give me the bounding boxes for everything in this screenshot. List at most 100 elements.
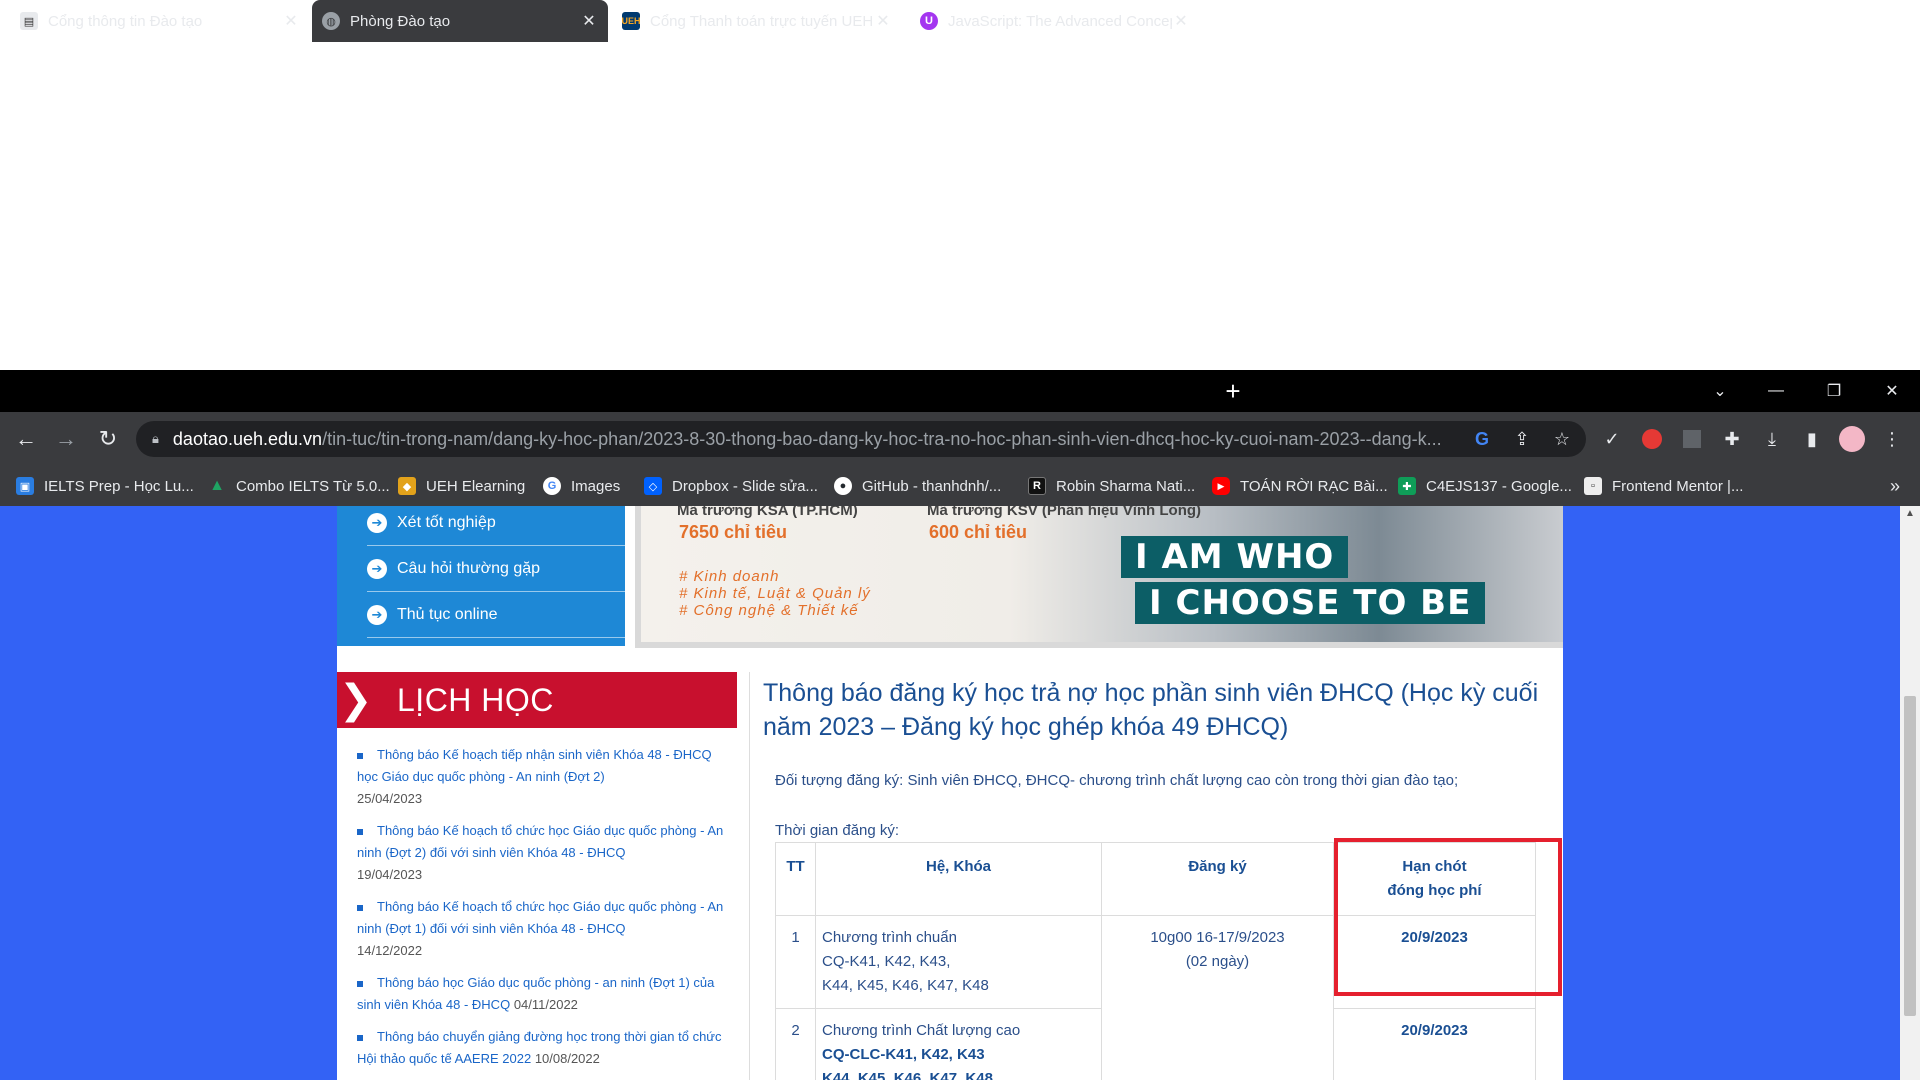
news-link[interactable]: Thông báo Kế hoạch tổ chức học Giáo dục … bbox=[357, 899, 723, 936]
menu-item-label: Thủ tục online bbox=[397, 605, 498, 623]
schedule-news-item[interactable]: Thông báo Kế hoạch tiếp nhận sinh viên K… bbox=[357, 744, 727, 810]
close-window-icon[interactable]: ✕ bbox=[1872, 370, 1912, 412]
close-icon[interactable]: ✕ bbox=[282, 11, 300, 31]
download-icon[interactable]: ⤓ bbox=[1754, 421, 1790, 457]
column-divider bbox=[749, 672, 750, 1080]
side-panel-icon[interactable]: ▮ bbox=[1794, 421, 1830, 457]
close-icon[interactable]: ✕ bbox=[874, 11, 892, 31]
scroll-up-icon[interactable]: ▲ bbox=[1900, 508, 1920, 519]
close-icon[interactable]: ✕ bbox=[1172, 11, 1190, 31]
tab-phong-dao-tao[interactable]: ◍ Phòng Đào tạo ✕ bbox=[312, 0, 608, 42]
lock-icon[interactable]: 🔒︎ bbox=[152, 431, 159, 447]
bookmark-label: Robin Sharma Nati... bbox=[1056, 477, 1196, 495]
article-target-text: Đối tượng đăng ký: Sinh viên ĐHCQ, ĐHCQ-… bbox=[775, 772, 1459, 789]
minimize-icon[interactable]: — bbox=[1756, 370, 1796, 412]
menu-kebab-icon[interactable]: ⋮ bbox=[1874, 421, 1910, 457]
column-header-tt: TT bbox=[775, 842, 816, 916]
bookmark-label: C4EJS137 - Google... bbox=[1426, 477, 1572, 495]
address-bar[interactable]: 🔒︎ daotao.ueh.edu.vn /tin-tuc/tin-trong-… bbox=[136, 421, 1586, 457]
bookmark-star-icon[interactable]: ☆ bbox=[1544, 421, 1580, 457]
ueh-icon: UEH bbox=[622, 12, 641, 30]
tab-title: JavaScript: The Advanced Concep bbox=[948, 12, 1172, 30]
program-cohorts: CQ-CLC-K41, K42, K43 bbox=[822, 1046, 985, 1063]
admission-banner[interactable]: Mã trường KSA (TP.HCM) Mã trường KSV (Ph… bbox=[635, 506, 1563, 648]
bullet-square-icon bbox=[357, 1034, 363, 1041]
back-icon[interactable]: ← bbox=[8, 412, 44, 466]
menu-item-label: Xét tốt nghiệp bbox=[397, 513, 496, 531]
ielts-icon: ▣ bbox=[16, 477, 34, 495]
schedule-news-item[interactable]: Thông báo chuyển giảng đường học trong t… bbox=[357, 1026, 727, 1070]
column-header-program: Hệ, Khóa bbox=[815, 842, 1102, 916]
bullet-square-icon bbox=[357, 752, 363, 759]
tab-ueh-payment[interactable]: UEH Cổng Thanh toán trực tuyến UEH ✕ bbox=[612, 0, 902, 42]
banner-tag: # Kinh tế, Luật & Quản lý bbox=[679, 585, 871, 602]
bookmark-label: Dropbox - Slide sửa... bbox=[672, 477, 818, 495]
new-tab-button[interactable]: + bbox=[1220, 370, 1246, 412]
tab-javascript-course[interactable]: U JavaScript: The Advanced Concep ✕ bbox=[910, 0, 1200, 42]
bookmark-combo-ielts[interactable]: ▲ Combo IELTS Từ 5.0... bbox=[208, 466, 390, 506]
bookmark-dropbox[interactable]: ◇ Dropbox - Slide sửa... bbox=[644, 466, 818, 506]
bookmark-label: IELTS Prep - Học Lu... bbox=[44, 477, 194, 495]
banner-school-code-2: Mã trường KSV (Phân hiệu Vĩnh Long) bbox=[927, 506, 1202, 519]
bookmark-label: Combo IELTS Từ 5.0... bbox=[236, 477, 390, 495]
restore-icon[interactable]: ❐ bbox=[1814, 370, 1854, 412]
arrow-right-circle-icon: ➔ bbox=[367, 558, 387, 579]
google-lens-icon[interactable]: G bbox=[1464, 421, 1500, 457]
program-name: Chương trình chuẩn bbox=[822, 929, 957, 946]
bookmark-c4ejs137[interactable]: ✚ C4EJS137 - Google... bbox=[1398, 466, 1572, 506]
bookmark-frontend-mentor[interactable]: ▫ Frontend Mentor |... bbox=[1584, 466, 1743, 506]
news-link[interactable]: Thông báo Kế hoạch tổ chức học Giáo dục … bbox=[357, 823, 723, 860]
news-date: 04/11/2022 bbox=[513, 997, 578, 1012]
bullet-square-icon bbox=[357, 904, 363, 911]
youtube-icon: ▶ bbox=[1212, 477, 1230, 495]
program-name: Chương trình Chất lượng cao bbox=[822, 1022, 1021, 1039]
menu-item-cau-hoi[interactable]: ➔ Câu hỏi thường gặp bbox=[367, 546, 625, 592]
schedule-news-item[interactable]: Thông báo Kế hoạch tổ chức học Giáo dục … bbox=[357, 896, 727, 962]
forward-icon[interactable]: → bbox=[48, 412, 84, 466]
page-scrollbar[interactable]: ▲ bbox=[1900, 506, 1920, 1080]
check-extension-icon[interactable]: ✓ bbox=[1594, 421, 1630, 457]
extension-grey-icon[interactable] bbox=[1674, 421, 1710, 457]
dropbox-icon: ◇ bbox=[644, 477, 662, 495]
bookmarks-overflow-icon[interactable]: » bbox=[1880, 466, 1910, 506]
banner-tags: # Kinh doanh # Kinh tế, Luật & Quản lý #… bbox=[679, 568, 871, 619]
globe-icon: ◍ bbox=[322, 12, 340, 30]
scrollbar-thumb[interactable] bbox=[1904, 696, 1916, 1016]
schedule-news-item[interactable]: Thông báo học Giáo dục quốc phòng - an n… bbox=[357, 972, 727, 1016]
reload-icon[interactable]: ↻ bbox=[90, 412, 126, 466]
bookmark-ueh-elearning[interactable]: ◆ UEH Elearning bbox=[398, 466, 525, 506]
news-date: 19/04/2023 bbox=[357, 867, 423, 882]
github-icon: ● bbox=[834, 477, 852, 495]
bookmark-github[interactable]: ● GitHub - thanhdnh/... bbox=[834, 466, 1001, 506]
tab-cong-thong-tin[interactable]: ▤ Cổng thông tin Đào tạo ✕ bbox=[10, 0, 310, 42]
robin-icon: R bbox=[1028, 477, 1046, 495]
google-icon: G bbox=[543, 477, 561, 495]
bullet-square-icon bbox=[357, 828, 363, 835]
arrow-right-circle-icon: ➔ bbox=[367, 512, 387, 533]
sidebar-menu: ➔ Xét tốt nghiệp ➔ Câu hỏi thường gặp ➔ … bbox=[337, 506, 625, 646]
bookmark-toan-roi-rac[interactable]: ▶ TOÁN RỜI RẠC Bài... bbox=[1212, 466, 1388, 506]
program-cohorts: K44, K45, K46, K47, K48 bbox=[822, 977, 989, 994]
register-duration: (02 ngày) bbox=[1185, 953, 1250, 970]
news-date: 10/08/2022 bbox=[534, 1051, 600, 1066]
frontend-mentor-icon: ▫ bbox=[1584, 477, 1602, 495]
cell-tt: 1 bbox=[775, 915, 816, 1009]
menu-item-thu-tuc-online[interactable]: ➔ Thủ tục online bbox=[367, 592, 625, 638]
cell-deadline: 20/9/2023 bbox=[1333, 1008, 1536, 1080]
menu-item-xet-tot-nghiep[interactable]: ➔ Xét tốt nghiệp bbox=[367, 506, 625, 546]
profile-avatar[interactable] bbox=[1834, 421, 1870, 457]
bookmark-ielts-prep[interactable]: ▣ IELTS Prep - Học Lu... bbox=[16, 466, 194, 506]
banner-quota-2: 600 chỉ tiêu bbox=[929, 522, 1028, 542]
schedule-news-item[interactable]: Thông báo Kế hoạch tổ chức học Giáo dục … bbox=[357, 820, 727, 886]
share-icon[interactable]: ⇪ bbox=[1504, 421, 1540, 457]
extensions-puzzle-icon[interactable]: ✚ bbox=[1714, 421, 1750, 457]
news-date: 25/04/2023 bbox=[357, 791, 423, 806]
bookmark-images[interactable]: G Images bbox=[543, 466, 620, 506]
tab-title: Cổng Thanh toán trực tuyến UEH bbox=[650, 12, 874, 30]
extension-red-icon[interactable] bbox=[1634, 421, 1670, 457]
bookmark-robin-sharma[interactable]: R Robin Sharma Nati... bbox=[1028, 466, 1195, 506]
ueh-elearning-icon: ◆ bbox=[398, 477, 416, 495]
news-link[interactable]: Thông báo Kế hoạch tiếp nhận sinh viên K… bbox=[357, 747, 712, 784]
tab-search-chevron-icon[interactable]: ⌄ bbox=[1700, 370, 1740, 412]
close-icon[interactable]: ✕ bbox=[580, 11, 598, 31]
